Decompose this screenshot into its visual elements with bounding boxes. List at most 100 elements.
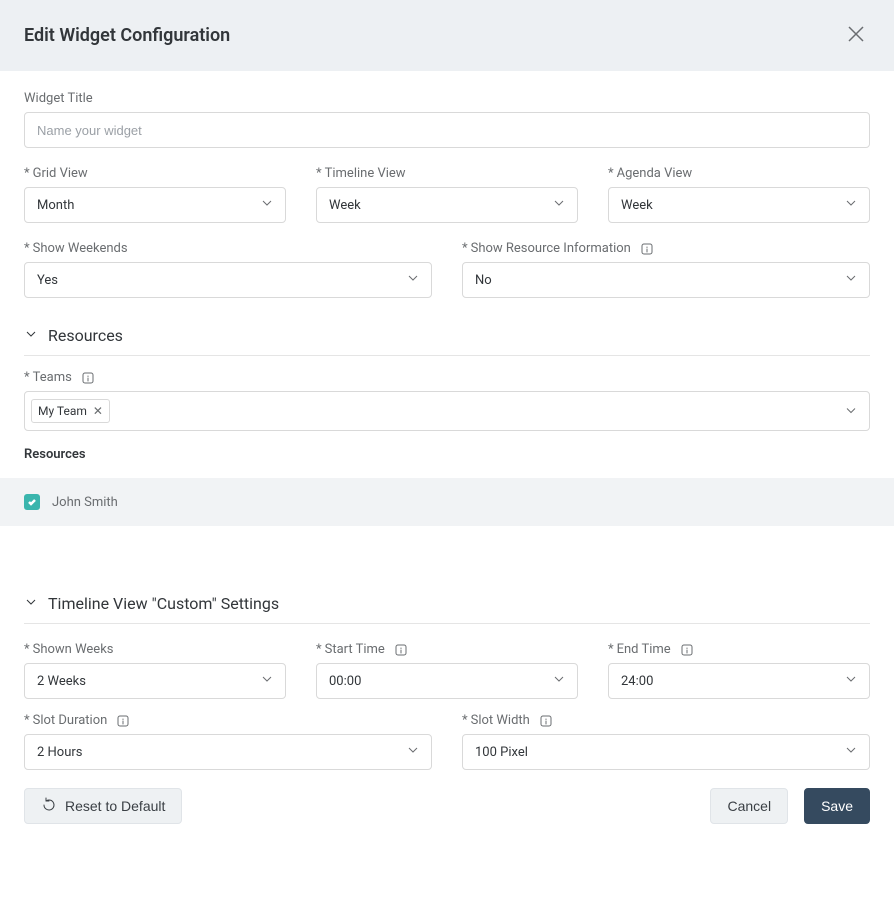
reset-icon <box>41 797 57 816</box>
chip-remove-icon[interactable]: ✕ <box>93 405 103 417</box>
chevron-down-icon <box>407 272 419 288</box>
info-icon <box>640 242 654 256</box>
reset-button-label: Reset to Default <box>65 798 165 814</box>
widget-title-label: Widget Title <box>24 91 870 106</box>
reset-to-default-button[interactable]: Reset to Default <box>24 788 182 824</box>
show-row: Show Weekends Yes Show Resource Informat… <box>24 241 870 298</box>
end-time-label: End Time <box>608 642 870 657</box>
timeline-view-label: Timeline View <box>316 166 578 181</box>
close-button[interactable] <box>842 20 870 51</box>
agenda-view-group: Agenda View Week <box>608 166 870 223</box>
grid-view-value: Month <box>37 198 74 213</box>
resource-item: John Smith <box>0 478 894 526</box>
slot-duration-group: Slot Duration 2 Hours <box>24 713 432 770</box>
resource-list: John Smith <box>24 478 870 526</box>
timeline-view-select[interactable]: Week <box>316 187 578 223</box>
info-icon <box>116 714 130 728</box>
dialog-title: Edit Widget Configuration <box>24 25 230 46</box>
show-resource-info-label: Show Resource Information <box>462 241 870 256</box>
grid-view-select[interactable]: Month <box>24 187 286 223</box>
chevron-down-icon <box>407 744 419 760</box>
start-time-value: 00:00 <box>329 674 361 689</box>
slot-duration-select[interactable]: 2 Hours <box>24 734 432 770</box>
info-icon <box>394 643 408 657</box>
timeline-row-1: Shown Weeks 2 Weeks Start Time 00:00 End… <box>24 642 870 699</box>
chevron-down-icon <box>845 673 857 689</box>
chevron-down-icon <box>845 402 857 421</box>
show-resource-info-group: Show Resource Information No <box>462 241 870 298</box>
timeline-view-group: Timeline View Week <box>316 166 578 223</box>
slot-duration-label-text: Slot Duration <box>33 713 108 728</box>
end-time-group: End Time 24:00 <box>608 642 870 699</box>
start-time-select[interactable]: 00:00 <box>316 663 578 699</box>
show-weekends-label: Show Weekends <box>24 241 432 256</box>
info-icon <box>539 714 553 728</box>
teams-group: Teams My Team ✕ <box>24 370 870 431</box>
show-weekends-group: Show Weekends Yes <box>24 241 432 298</box>
slot-width-group: Slot Width 100 Pixel <box>462 713 870 770</box>
dialog-footer: Reset to Default Cancel Save <box>0 770 894 848</box>
resource-checkbox[interactable] <box>24 494 40 510</box>
dialog-content: Widget Title Grid View Month Timeline Vi… <box>0 91 894 770</box>
close-icon <box>846 24 866 47</box>
cancel-button-label: Cancel <box>727 798 771 814</box>
shown-weeks-group: Shown Weeks 2 Weeks <box>24 642 286 699</box>
slot-width-value: 100 Pixel <box>475 745 528 760</box>
teams-label: Teams <box>24 370 870 385</box>
start-time-label: Start Time <box>316 642 578 657</box>
timeline-custom-section-title: Timeline View "Custom" Settings <box>48 594 279 613</box>
resources-section-title: Resources <box>48 326 123 345</box>
save-button[interactable]: Save <box>804 788 870 824</box>
end-time-value: 24:00 <box>621 674 653 689</box>
slot-width-select[interactable]: 100 Pixel <box>462 734 870 770</box>
widget-title-input[interactable] <box>24 112 870 148</box>
slot-duration-value: 2 Hours <box>37 745 83 760</box>
footer-right: Cancel Save <box>710 788 870 824</box>
resource-name: John Smith <box>52 495 118 510</box>
resources-subtitle: Resources <box>24 447 870 462</box>
chevron-down-icon <box>845 197 857 213</box>
show-resource-info-value: No <box>475 273 492 288</box>
chevron-down-icon <box>261 197 273 213</box>
end-time-select[interactable]: 24:00 <box>608 663 870 699</box>
slot-width-label: Slot Width <box>462 713 870 728</box>
timeline-view-value: Week <box>329 198 361 213</box>
slot-width-label-text: Slot Width <box>471 713 530 728</box>
show-weekends-select[interactable]: Yes <box>24 262 432 298</box>
timeline-row-2: Slot Duration 2 Hours Slot Width 100 Pix… <box>24 713 870 770</box>
chevron-down-icon <box>553 673 565 689</box>
chevron-down-icon <box>845 272 857 288</box>
teams-label-text: Teams <box>33 370 72 385</box>
cancel-button[interactable]: Cancel <box>710 788 788 824</box>
grid-view-group: Grid View Month <box>24 166 286 223</box>
team-chip-label: My Team <box>38 404 87 418</box>
slot-duration-label: Slot Duration <box>24 713 432 728</box>
shown-weeks-select[interactable]: 2 Weeks <box>24 663 286 699</box>
show-weekends-value: Yes <box>37 273 58 288</box>
agenda-view-select[interactable]: Week <box>608 187 870 223</box>
show-resource-info-select[interactable]: No <box>462 262 870 298</box>
start-time-label-text: Start Time <box>325 642 385 657</box>
save-button-label: Save <box>821 798 853 814</box>
end-time-label-text: End Time <box>617 642 671 657</box>
info-icon <box>81 371 95 385</box>
agenda-view-label: Agenda View <box>608 166 870 181</box>
chevron-down-icon <box>24 326 38 345</box>
resources-section-header[interactable]: Resources <box>24 326 870 356</box>
timeline-custom-section-header[interactable]: Timeline View "Custom" Settings <box>24 594 870 624</box>
view-row: Grid View Month Timeline View Week Agend… <box>24 166 870 223</box>
start-time-group: Start Time 00:00 <box>316 642 578 699</box>
grid-view-label: Grid View <box>24 166 286 181</box>
team-chip: My Team ✕ <box>31 399 110 423</box>
agenda-view-value: Week <box>621 198 653 213</box>
chevron-down-icon <box>261 673 273 689</box>
show-resource-info-label-text: Show Resource Information <box>471 241 631 256</box>
widget-title-group: Widget Title <box>24 91 870 148</box>
shown-weeks-label: Shown Weeks <box>24 642 286 657</box>
dialog-header: Edit Widget Configuration <box>0 0 894 71</box>
chevron-down-icon <box>553 197 565 213</box>
info-icon <box>680 643 694 657</box>
chevron-down-icon <box>24 594 38 613</box>
shown-weeks-value: 2 Weeks <box>37 674 86 689</box>
teams-multiselect[interactable]: My Team ✕ <box>24 391 870 431</box>
